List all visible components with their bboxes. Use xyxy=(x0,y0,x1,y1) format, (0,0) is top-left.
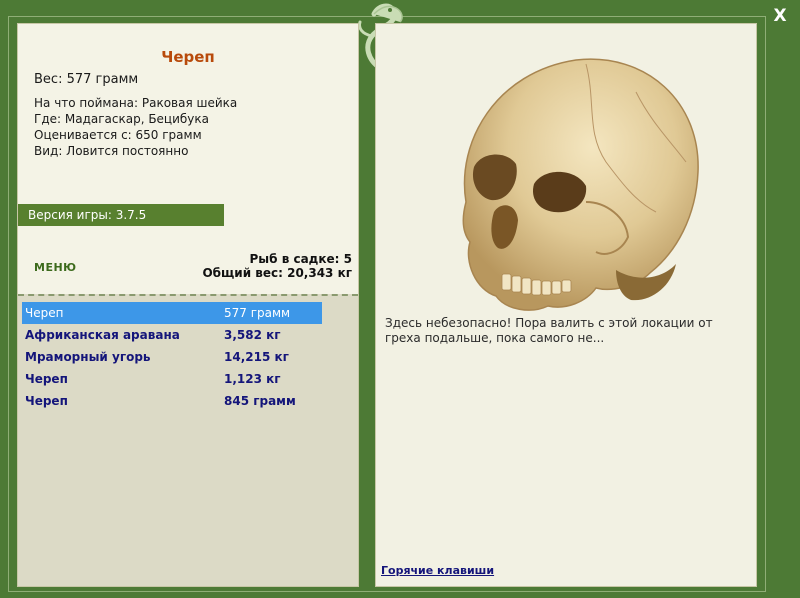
list-item-weight: 845 грамм xyxy=(224,394,296,408)
info-panel: Череп Вес: 577 грамм На что поймана: Рак… xyxy=(17,23,359,587)
fish-count: Рыб в садке: 5 xyxy=(249,252,353,266)
list-item-name: Череп xyxy=(25,394,68,408)
version-bar: Версия игры: 3.7.5 xyxy=(18,204,224,226)
list-item[interactable]: Африканская аравана 3,582 кг xyxy=(22,324,322,346)
menu-button[interactable]: МЕНЮ xyxy=(34,261,77,274)
hotkeys-link[interactable]: Горячие клавиши xyxy=(381,564,494,577)
total-weight: Общий вес: 20,343 кг xyxy=(202,266,352,280)
list-item-name: Череп xyxy=(25,306,64,320)
list-item[interactable]: Череп 845 грамм xyxy=(22,390,322,412)
message-text: Здесь небезопасно! Пора валить с этой ло… xyxy=(385,316,713,345)
species-line: Вид: Ловится постоянно xyxy=(34,144,189,158)
list-item-name: Мраморный угорь xyxy=(25,350,151,364)
catch-list: Череп 577 грамм Африканская аравана 3,58… xyxy=(22,302,322,412)
list-item-name: Череп xyxy=(25,372,68,386)
close-button[interactable]: X xyxy=(770,6,790,26)
fish-details-area: Череп Вес: 577 грамм На что поймана: Рак… xyxy=(18,24,358,294)
cage-stats: Рыб в садке: 5 Общий вес: 20,343 кг xyxy=(202,252,352,280)
bait-line: На что поймана: Раковая шейка xyxy=(34,96,238,110)
value-line: Оценивается с: 650 грамм xyxy=(34,128,202,142)
list-item[interactable]: Череп 577 грамм xyxy=(22,302,322,324)
fish-title: Череп xyxy=(161,48,215,66)
fish-info: На что поймана: Раковая шейка Где: Мадаг… xyxy=(34,95,237,159)
list-item-weight: 14,215 кг xyxy=(224,350,289,364)
list-item-weight: 577 грамм xyxy=(224,306,291,320)
image-panel: Здесь небезопасно! Пора валить с этой ло… xyxy=(375,23,757,587)
list-item-weight: 3,582 кг xyxy=(224,328,281,342)
divider xyxy=(18,294,358,296)
list-item-weight: 1,123 кг xyxy=(224,372,281,386)
list-item[interactable]: Мраморный угорь 14,215 кг xyxy=(22,346,322,368)
fish-weight: Вес: 577 грамм xyxy=(34,72,139,87)
list-item-name: Африканская аравана xyxy=(25,328,180,342)
location-line: Где: Мадагаскар, Бецибука xyxy=(34,112,210,126)
list-item[interactable]: Череп 1,123 кг xyxy=(22,368,322,390)
skull-image xyxy=(462,58,699,311)
